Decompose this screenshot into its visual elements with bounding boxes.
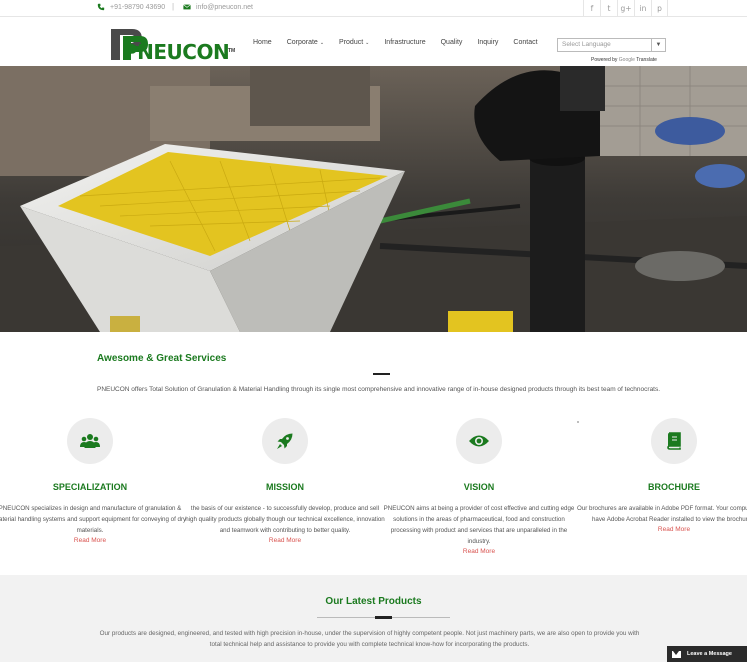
nav-corporate[interactable]: Corporate ⌄ (287, 39, 324, 46)
google-plus-icon[interactable]: g+ (617, 0, 634, 17)
eye-icon (469, 435, 489, 447)
leave-message-button[interactable]: Leave a Message (667, 646, 747, 662)
services-divider (373, 373, 390, 375)
service-description: PNEUCON specializes in design and manufa… (0, 505, 187, 534)
chevron-down-icon: ⌄ (365, 40, 370, 46)
service-description: the basis of our existence - to successf… (185, 505, 385, 534)
latest-products-section: Our Latest Products Our products are des… (0, 575, 747, 662)
site-header: PNEUCON TM Home Corporate ⌄ Product ⌄ Infr… (0, 17, 747, 66)
social-links: f t g+ in p (583, 0, 668, 17)
phone-contact[interactable]: +91-98790 43690 (97, 3, 165, 11)
read-more-link[interactable]: Read More (379, 547, 579, 557)
read-more-link[interactable]: Read More (0, 536, 190, 546)
site-logo[interactable]: PNEUCON TM (110, 26, 235, 66)
email-address: info@pneucon.net (196, 3, 253, 11)
service-card-vision: VISION PNEUCON aims at being a provider … (379, 418, 579, 557)
main-nav: Home Corporate ⌄ Product ⌄ Infrastructure … (253, 39, 553, 46)
nav-contact[interactable]: Contact (513, 39, 537, 46)
contact-separator: | (172, 2, 175, 11)
service-title: VISION (463, 482, 495, 492)
book-icon (667, 432, 681, 450)
chevron-down-icon: ⌄ (319, 40, 325, 46)
pinterest-icon[interactable]: p (651, 0, 668, 17)
nav-infrastructure[interactable]: Infrastructure (384, 39, 425, 46)
nav-quality[interactable]: Quality (441, 39, 463, 46)
services-intro: PNEUCON offers Total Solution of Granula… (97, 386, 661, 393)
phone-icon (97, 3, 105, 11)
email-contact[interactable]: info@pneucon.net (183, 3, 253, 11)
read-more-link[interactable]: Read More (574, 525, 747, 535)
logo-trademark: TM (228, 48, 236, 54)
service-title: SPECIALIZATION (52, 482, 128, 492)
nav-home[interactable]: Home (253, 39, 272, 46)
top-bar: +91-98790 43690 | info@pneucon.net f t g… (0, 0, 747, 17)
hero-image (0, 66, 747, 332)
service-icon-circle (262, 418, 308, 464)
language-select-value: Select Language (562, 41, 611, 48)
service-title: BROCHURE (647, 482, 700, 492)
envelope-icon (183, 4, 191, 10)
google-translate-credit: Powered by Google Translate (591, 57, 657, 63)
dropdown-arrow-icon: ▼ (651, 39, 665, 51)
nav-product[interactable]: Product ⌄ (339, 39, 369, 46)
service-title: MISSION (265, 482, 304, 492)
linkedin-icon[interactable]: in (634, 0, 651, 17)
google-logo[interactable]: Google (619, 57, 635, 63)
service-icon-circle (456, 418, 502, 464)
service-card-brochure: BROCHURE Our brochures are available in … (574, 418, 747, 535)
logo-wordmark: PNEUCON (123, 40, 230, 64)
twitter-icon[interactable]: t (600, 0, 617, 17)
service-card-specialization: SPECIALIZATION PNEUCON specializes in de… (0, 418, 190, 546)
envelope-icon (672, 650, 681, 658)
hero-photo-machine (0, 66, 747, 332)
service-icon-circle (67, 418, 113, 464)
latest-products-divider (317, 616, 450, 619)
service-description: Our brochures are available in Adobe PDF… (577, 505, 747, 523)
phone-number: +91-98790 43690 (110, 3, 166, 11)
read-more-link[interactable]: Read More (185, 536, 385, 546)
users-icon (80, 434, 100, 448)
latest-products-description: Our products are designed, engineered, a… (99, 630, 640, 648)
service-card-mission: MISSION the basis of our existence - to … (185, 418, 385, 546)
nav-inquiry[interactable]: Inquiry (477, 39, 498, 46)
facebook-icon[interactable]: f (583, 0, 600, 17)
service-icon-circle (651, 418, 697, 464)
latest-products-heading: Our Latest Products (325, 596, 422, 607)
leave-message-label: Leave a Message (687, 651, 732, 657)
rocket-icon (277, 433, 293, 449)
language-select[interactable]: Select Language ▼ (557, 38, 666, 52)
services-heading: Awesome & Great Services (97, 353, 227, 364)
service-description: PNEUCON aims at being a provider of cost… (383, 505, 575, 545)
